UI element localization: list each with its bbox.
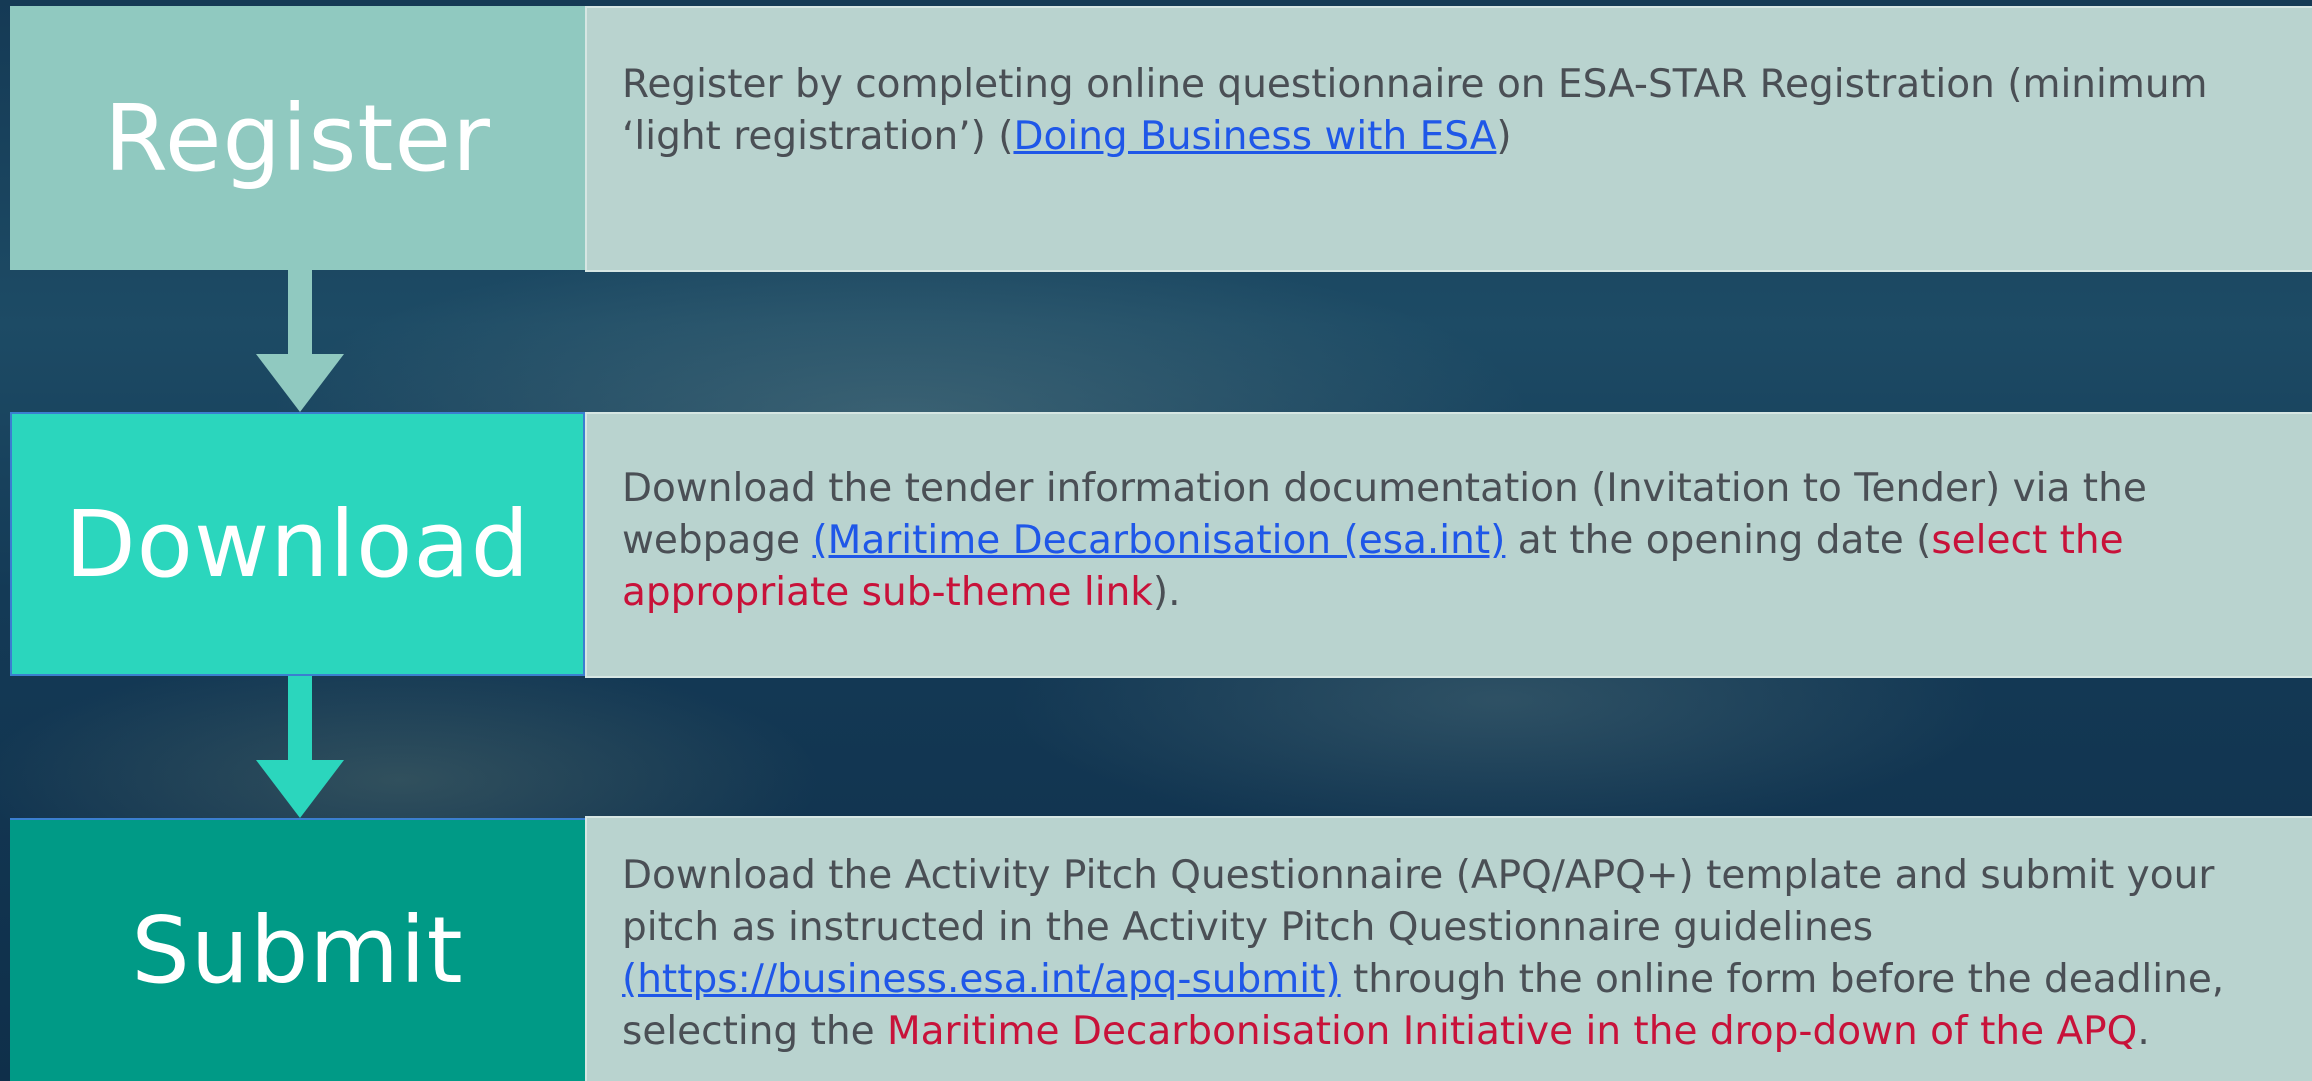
doing-business-link[interactable]: Doing Business with ESA bbox=[1013, 114, 1496, 159]
step-download-label: Download bbox=[10, 412, 585, 676]
download-text-2: at the opening date ( bbox=[1505, 518, 1932, 563]
step-submit-label: Submit bbox=[10, 818, 585, 1081]
register-text-2: ) bbox=[1496, 114, 1512, 159]
download-text-3: ). bbox=[1152, 570, 1181, 615]
submit-text-1: Download the Activity Pitch Questionnair… bbox=[622, 852, 2215, 950]
step-register-label: Register bbox=[10, 6, 585, 270]
step-register-description: Register by completing online questionna… bbox=[585, 6, 2312, 272]
step-submit-description: Download the Activity Pitch Questionnair… bbox=[585, 816, 2312, 1081]
arrow-down-icon bbox=[256, 676, 344, 818]
submit-text-3: . bbox=[2137, 1008, 2150, 1054]
apq-submit-link[interactable]: (https://business.esa.int/apq-submit) bbox=[622, 957, 1341, 1002]
arrow-down-icon bbox=[256, 270, 344, 412]
step-download-description: Download the tender information document… bbox=[585, 412, 2312, 678]
submit-highlight: Maritime Decarbonisation Initiative in t… bbox=[886, 1008, 2138, 1054]
maritime-decarbonisation-link[interactable]: (Maritime Decarbonisation (esa.int) bbox=[812, 518, 1505, 563]
